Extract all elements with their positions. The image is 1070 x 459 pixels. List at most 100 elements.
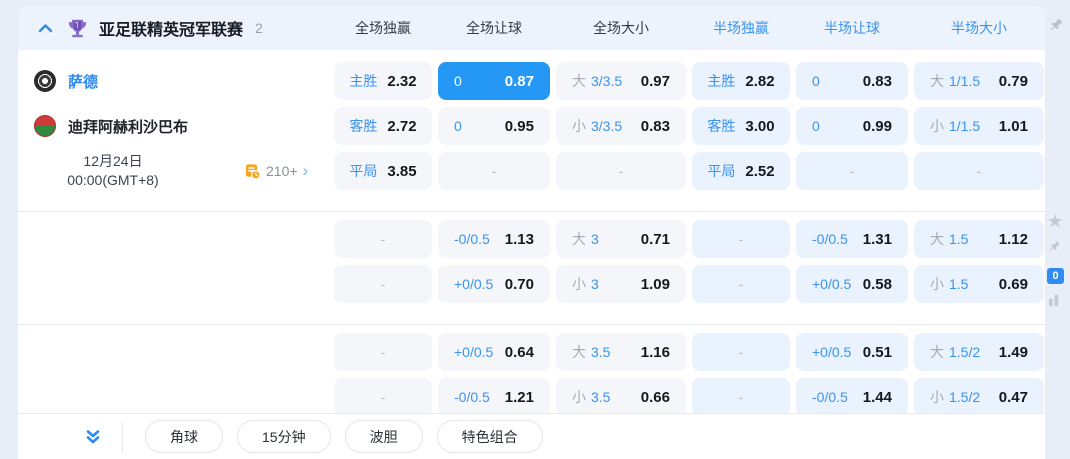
pill-corners[interactable]: 角球 [145, 420, 223, 453]
odds-cell-empty: - [914, 152, 1044, 190]
odds-cell-overunder[interactable]: 大 1/1.5 0.79 [914, 62, 1044, 100]
match-info-cell [18, 265, 328, 303]
odds-cell-overunder[interactable]: 小 3/3.5 0.83 [556, 107, 686, 145]
odds-cell-empty: - [334, 265, 432, 303]
favorite-star-icon[interactable]: ★ [1047, 212, 1063, 230]
odds-cell-handicap[interactable]: +0/0.5 0.51 [796, 333, 908, 371]
handicap-line: -0/0.5 [812, 231, 848, 247]
odds-cell-handicap[interactable]: -0/0.5 1.44 [796, 378, 908, 416]
goal-line: 3/3.5 [591, 118, 623, 134]
odds-cell-empty: - [692, 378, 790, 416]
market-pills: 角球 15分钟 波胆 特色组合 [145, 420, 543, 453]
odds-cell-overunder[interactable]: 小 1.5 0.69 [914, 265, 1044, 303]
goal-line: 1.5/2 [949, 344, 981, 360]
odds-cell-overunder[interactable]: 大 1.5 1.12 [914, 220, 1044, 258]
overunder-line: 大 3/3.5 [572, 71, 622, 91]
odds-cell-handicap[interactable]: 0 0.95 [438, 107, 550, 145]
more-markets-link[interactable]: 210+ › [244, 160, 309, 180]
pill-special-combos[interactable]: 特色组合 [436, 420, 543, 453]
odds-cell-empty: - [438, 152, 550, 190]
overunder-line: 大 3.5 [572, 342, 610, 362]
handicap-line: 0 [454, 73, 462, 89]
collapse-league-button[interactable] [34, 17, 56, 39]
odds-value: 1.21 [504, 388, 534, 406]
odds-value: 0.70 [504, 275, 534, 293]
overunder-line: 小 3.5 [572, 387, 610, 407]
odds-cell-overunder[interactable]: 小 1/1.5 1.01 [914, 107, 1044, 145]
league-header: 亚足联精英冠军联赛 2 全场独赢 全场让球 全场大小 半场独赢 半场让球 半场大… [18, 6, 1045, 50]
goal-line: 1.5/2 [949, 389, 981, 405]
odds-value: 1.16 [640, 343, 670, 361]
odds-value: 3.85 [387, 162, 417, 180]
overunder-side: 大 [572, 231, 586, 247]
odds-cell-1x2[interactable]: 客胜 2.72 [334, 107, 432, 145]
stats-bars-icon[interactable] [1047, 293, 1062, 313]
odds-cell-handicap[interactable]: -0/0.5 1.13 [438, 220, 550, 258]
odds-cell-1x2[interactable]: 主胜 2.82 [692, 62, 790, 100]
expand-more-button[interactable] [84, 428, 102, 446]
handicap-line: 0 [812, 118, 820, 134]
trophy-icon [68, 19, 87, 37]
odds-cell-overunder[interactable]: 小 1.5/2 0.47 [914, 378, 1044, 416]
home-team-name: 萨德 [68, 73, 99, 91]
odds-cell-empty: - [692, 265, 790, 303]
odds-cell-handicap[interactable]: +0/0.5 0.64 [438, 333, 550, 371]
away-team[interactable]: 迪拜阿赫利沙巴布 [18, 115, 188, 137]
overunder-line: 大 1/1.5 [930, 71, 980, 91]
outcome-label: 客胜 [707, 118, 736, 134]
outcome-label: 客胜 [349, 118, 378, 134]
overunder-line: 小 3/3.5 [572, 116, 622, 136]
chevron-up-icon [38, 24, 52, 33]
overunder-line: 小 1.5/2 [930, 387, 980, 407]
odds-value: 0.64 [504, 343, 534, 361]
overunder-side: 大 [930, 73, 944, 89]
right-rail: ★ 0 [1045, 0, 1070, 459]
odds-cell-handicap[interactable]: -0/0.5 1.21 [438, 378, 550, 416]
column-header-halftime-1x2[interactable]: 半场独赢 [692, 18, 790, 38]
odds-value: 0.51 [862, 343, 892, 361]
odds-cell-handicap[interactable]: -0/0.5 1.31 [796, 220, 908, 258]
home-team[interactable]: 萨德 [18, 70, 98, 92]
odds-cell-1x2[interactable]: 平局 3.85 [334, 152, 432, 190]
odds-cell-1x2[interactable]: 平局 2.52 [692, 152, 790, 190]
odds-cell-1x2[interactable]: 客胜 3.00 [692, 107, 790, 145]
odds-row: - +0/0.5 0.64 大 3.5 1.16 - +0/0.5 0.51 大 1.5/2 1.49 [18, 333, 1045, 371]
pin-icon[interactable] [1047, 16, 1065, 39]
pill-correct-score[interactable]: 波胆 [344, 420, 423, 453]
odds-cell-handicap[interactable]: +0/0.5 0.70 [438, 265, 550, 303]
pill-15min[interactable]: 15分钟 [237, 420, 331, 453]
odds-cell-handicap[interactable]: 0 0.99 [796, 107, 908, 145]
overunder-side: 小 [572, 276, 586, 292]
column-header-halftime-overunder[interactable]: 半场大小 [914, 18, 1044, 38]
odds-cell-1x2[interactable]: 主胜 2.32 [334, 62, 432, 100]
goal-line: 1.5 [949, 276, 969, 292]
counter-badge[interactable]: 0 [1047, 268, 1064, 284]
odds-group: - -0/0.5 1.13 大 3 0.71- -0/0.5 1.31 大 1.5 1.12- +0/… [18, 220, 1045, 324]
handicap-line: -0/0.5 [454, 231, 490, 247]
match-info-cell [18, 333, 328, 371]
odds-value: 1.12 [998, 230, 1028, 248]
overunder-side: 大 [572, 344, 586, 360]
handicap-line: 0 [812, 73, 820, 89]
odds-row: - +0/0.5 0.70 小 3 1.09- +0/0.5 0.58 小 1.5 0.69 [18, 265, 1045, 303]
odds-group: 萨德 主胜 2.32 0 0.87 大 3/3.5 0.97 主胜 2.82 0 0.83 大 1/1.5… [18, 62, 1045, 211]
odds-cell-overunder[interactable]: 大 1.5/2 1.49 [914, 333, 1044, 371]
odds-cell-overunder[interactable]: 小 3 1.09 [556, 265, 686, 303]
league-title: 亚足联精英冠军联赛 [99, 22, 244, 39]
handicap-line: -0/0.5 [812, 389, 848, 405]
odds-cell-overunder[interactable]: 大 3/3.5 0.97 [556, 62, 686, 100]
column-header-halftime-handicap[interactable]: 半场让球 [796, 18, 908, 38]
odds-cell-handicap[interactable]: 0 0.87 [438, 62, 550, 100]
handicap-line: -0/0.5 [454, 389, 490, 405]
outcome-label: 平局 [349, 163, 378, 179]
overunder-side: 小 [930, 276, 944, 292]
odds-cell-handicap[interactable]: +0/0.5 0.58 [796, 265, 908, 303]
handicap-line: +0/0.5 [454, 276, 494, 292]
league-header-left: 亚足联精英冠军联赛 2 [18, 16, 328, 40]
pin-match-icon[interactable] [1047, 239, 1062, 259]
odds-cell-overunder[interactable]: 小 3.5 0.66 [556, 378, 686, 416]
odds-cell-overunder[interactable]: 大 3.5 1.16 [556, 333, 686, 371]
chevron-right-icon: › [302, 160, 309, 180]
odds-cell-handicap[interactable]: 0 0.83 [796, 62, 908, 100]
odds-cell-overunder[interactable]: 大 3 0.71 [556, 220, 686, 258]
